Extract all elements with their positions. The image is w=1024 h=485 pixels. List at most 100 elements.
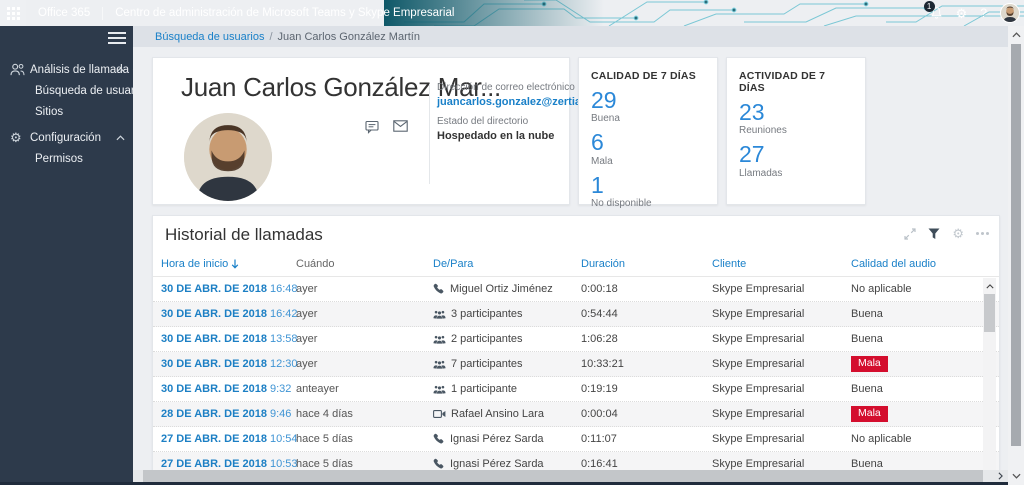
call-start-time[interactable]: 30 DE ABR. DE 201812:30 — [161, 358, 296, 370]
scroll-up-icon[interactable] — [1008, 29, 1024, 41]
call-row[interactable]: 28 DE ABR. DE 20189:46 hace 4 días Rafae… — [153, 402, 999, 427]
column-duration[interactable]: Duración — [581, 258, 712, 270]
notifications-bell-icon[interactable]: 1 — [930, 6, 943, 20]
breadcrumb-current-page: Juan Carlos González Martín — [278, 31, 420, 43]
scroll-up-icon[interactable] — [983, 280, 996, 292]
call-row[interactable]: 30 DE ABR. DE 201812:30 ayer 7 participa… — [153, 352, 999, 377]
call-start-time[interactable]: 30 DE ABR. DE 201816:42 — [161, 308, 296, 320]
call-start-time[interactable]: 27 DE ABR. DE 201810:53 — [161, 458, 296, 470]
gear-icon[interactable]: ⚙ — [952, 227, 964, 240]
page-scrollbar[interactable] — [1008, 26, 1024, 485]
call-party: 1 participante — [433, 383, 581, 395]
stat-label: Mala — [591, 156, 705, 167]
people-icon — [433, 384, 446, 395]
call-party: 2 participantes — [433, 333, 581, 345]
sidebar-item-configuration[interactable]: ⚙ Configuración — [0, 127, 133, 148]
stat-unavailable: 1 No disponible — [591, 173, 705, 209]
sidebar-nav: Análisis de llamada (vi... Búsqueda de u… — [0, 54, 133, 169]
call-start-time[interactable]: 30 DE ABR. DE 201816:48 — [161, 283, 296, 295]
notification-count-badge: 1 — [924, 1, 935, 12]
call-when: ayer — [296, 358, 433, 370]
directory-status-value: Hospedado en la nube — [437, 130, 596, 142]
call-start-time[interactable]: 28 DE ABR. DE 20189:46 — [161, 408, 296, 420]
stat-value: 29 — [591, 88, 705, 113]
settings-gear-icon[interactable]: ⚙ — [956, 7, 968, 20]
chevron-up-icon — [116, 135, 125, 141]
table-scrollbar[interactable] — [983, 278, 996, 473]
user-email-link[interactable]: juancarlos.gonzalez@zertia.es — [437, 96, 596, 108]
horizontal-scrollbar-thumb[interactable] — [143, 470, 983, 482]
call-quality: Buena — [851, 333, 999, 345]
call-row[interactable]: 30 DE ABR. DE 201813:58 ayer 2 participa… — [153, 327, 999, 352]
call-row[interactable]: 30 DE ABR. DE 20189:32 anteayer 1 partic… — [153, 377, 999, 402]
column-from-to[interactable]: De/Para — [433, 258, 581, 270]
people-icon — [433, 334, 446, 345]
people-icon — [10, 63, 25, 76]
menu-toggle-icon[interactable] — [108, 31, 126, 45]
breadcrumb: Búsqueda de usuarios / Juan Carlos Gonzá… — [133, 26, 1008, 47]
sidebar-item-user-search[interactable]: Búsqueda de usuarios — [0, 80, 133, 101]
account-avatar[interactable] — [1000, 3, 1020, 23]
column-when[interactable]: Cuándo — [296, 258, 433, 270]
office365-brand-link[interactable]: Office 365 — [38, 7, 90, 19]
call-start-time[interactable]: 30 DE ABR. DE 201813:58 — [161, 333, 296, 345]
filter-icon[interactable] — [928, 228, 940, 240]
more-options-icon[interactable] — [976, 232, 989, 235]
main-content: Juan Carlos González Mar... — [133, 47, 1008, 485]
column-start-time[interactable]: Hora de inicio — [161, 258, 296, 270]
people-icon — [433, 359, 446, 370]
call-party: Rafael Ansino Lara — [433, 408, 581, 420]
sidebar-item-label: Permisos — [35, 153, 83, 165]
expand-icon[interactable] — [904, 228, 916, 240]
card-divider — [429, 84, 430, 184]
chat-icon[interactable] — [365, 120, 379, 134]
page-scrollbar-thumb[interactable] — [1011, 44, 1021, 446]
call-client: Skype Empresarial — [712, 283, 851, 295]
call-row[interactable]: 27 DE ABR. DE 201810:54 hace 5 días Igna… — [153, 427, 999, 452]
mail-icon[interactable] — [393, 120, 408, 134]
sidebar-item-call-analytics[interactable]: Análisis de llamada (vi... — [0, 59, 133, 80]
call-duration: 0:00:04 — [581, 408, 712, 420]
seven-day-quality-card: CALIDAD DE 7 DÍAS 29 Buena 6 Mala 1 No d… — [578, 57, 718, 205]
activity-card-title: ACTIVIDAD DE 7 DÍAS — [739, 70, 853, 94]
call-row[interactable]: 30 DE ABR. DE 201816:42 ayer 3 participa… — [153, 302, 999, 327]
call-party: 3 participantes — [433, 308, 581, 320]
scroll-down-icon[interactable] — [1008, 470, 1024, 482]
phone-icon — [433, 283, 445, 295]
call-when: ayer — [296, 333, 433, 345]
stat-value: 27 — [739, 142, 853, 167]
gear-icon: ⚙ — [10, 131, 25, 144]
stat-label: Buena — [591, 113, 705, 124]
help-icon[interactable]: ? — [980, 6, 987, 20]
scroll-right-icon[interactable] — [994, 470, 1007, 482]
call-duration: 1:06:28 — [581, 333, 712, 345]
sidebar-item-label: Sitios — [35, 106, 63, 118]
horizontal-scrollbar[interactable] — [133, 470, 1008, 482]
sidebar-item-sites[interactable]: Sitios — [0, 101, 133, 122]
stat-label: No disponible — [591, 198, 705, 209]
column-audio-quality[interactable]: Calidad del audio — [851, 258, 999, 270]
app-launcher-icon[interactable] — [0, 0, 26, 26]
table-scrollbar-thumb[interactable] — [984, 294, 995, 332]
call-history-panel: Historial de llamadas ⚙ — [152, 215, 1000, 477]
call-when: hace 4 días — [296, 408, 433, 420]
topbar-separator — [102, 7, 103, 20]
column-client[interactable]: Cliente — [712, 258, 851, 270]
breadcrumb-user-search-link[interactable]: Búsqueda de usuarios — [155, 31, 264, 43]
call-when: ayer — [296, 308, 433, 320]
stat-meetings: 23 Reuniones — [739, 100, 853, 136]
call-row[interactable]: 30 DE ABR. DE 201816:48 ayer Miguel Orti… — [153, 277, 999, 302]
call-party: Ignasi Pérez Sarda — [433, 433, 581, 445]
call-when: ayer — [296, 283, 433, 295]
seven-day-activity-card: ACTIVIDAD DE 7 DÍAS 23 Reuniones 27 Llam… — [726, 57, 866, 205]
summary-cards: Juan Carlos González Mar... — [152, 57, 866, 205]
topbar-actions: 1 ⚙ ? — [930, 0, 1020, 26]
call-quality: Buena — [851, 383, 999, 395]
call-client: Skype Empresarial — [712, 433, 851, 445]
call-when: anteayer — [296, 383, 433, 395]
chevron-up-icon — [116, 67, 125, 73]
call-start-time[interactable]: 27 DE ABR. DE 201810:54 — [161, 433, 296, 445]
sidebar-item-permissions[interactable]: Permisos — [0, 148, 133, 169]
call-start-time[interactable]: 30 DE ABR. DE 20189:32 — [161, 383, 296, 395]
phone-icon — [433, 433, 445, 445]
